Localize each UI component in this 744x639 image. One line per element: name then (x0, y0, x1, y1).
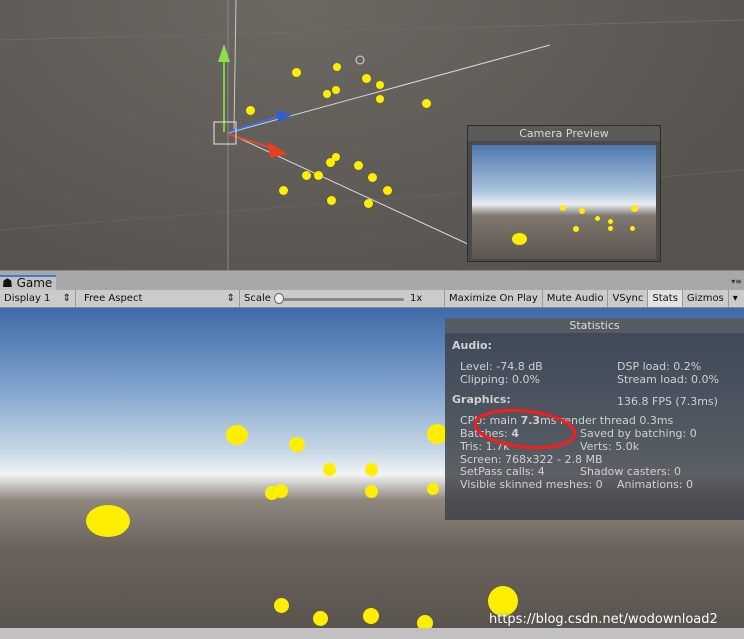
sphere (326, 195, 336, 205)
setpass-calls: SetPass calls: 4 (460, 465, 545, 478)
animations: Animations: 0 (617, 478, 694, 491)
camera-preview-view (472, 145, 656, 259)
camera-preview-title: Camera Preview (468, 126, 660, 141)
sphere (363, 608, 379, 624)
sphere (291, 67, 301, 77)
statistics-title: Statistics (445, 318, 744, 333)
sphere (361, 73, 371, 83)
tab-bar: ☗ Game ▾≡ (0, 270, 744, 291)
sphere (226, 425, 248, 445)
audio-clipping: Clipping: 0.0% (460, 373, 540, 386)
sphere (629, 225, 635, 231)
z-axis-arrow-icon (276, 110, 292, 122)
stats-button[interactable]: Stats (648, 290, 683, 307)
sphere (301, 170, 311, 180)
sphere (332, 86, 340, 94)
gizmos-dropdown-icon[interactable]: ▾ (729, 290, 742, 307)
sphere (333, 63, 341, 71)
sphere (274, 484, 288, 498)
audio-heading: Audio: (452, 339, 492, 352)
light-icon (355, 55, 365, 65)
sphere (312, 610, 328, 626)
sphere (322, 462, 336, 476)
gizmos-button[interactable]: Gizmos (683, 290, 729, 307)
scale-track[interactable] (276, 298, 404, 301)
sphere (630, 204, 638, 212)
sphere (376, 95, 384, 103)
display-dropdown[interactable]: Display 1 ⇕ (0, 290, 76, 307)
maximize-on-play-button[interactable]: Maximize On Play (445, 290, 543, 307)
dsp-load: DSP load: 0.2% (617, 360, 702, 373)
sphere (313, 170, 323, 180)
sphere (594, 215, 600, 221)
shadow-casters: Shadow casters: 0 (580, 465, 681, 478)
sphere (364, 484, 378, 498)
highlight-circle-annotation (473, 408, 577, 450)
sphere (245, 105, 255, 115)
skinned-meshes: Visible skinned meshes: 0 (460, 478, 603, 491)
sphere (560, 205, 566, 211)
sphere (278, 185, 288, 195)
sphere (86, 505, 130, 537)
sphere (421, 98, 431, 108)
sphere (289, 436, 305, 452)
sphere (367, 172, 377, 182)
fps: 136.8 FPS (7.3ms) (617, 395, 718, 408)
vsync-button[interactable]: VSync (608, 290, 649, 307)
sphere (363, 198, 373, 208)
sphere (417, 615, 433, 628)
sphere (273, 597, 289, 613)
saved-by-batching: Saved by batching: 0 (580, 427, 697, 440)
tab-game[interactable]: ☗ Game (0, 275, 56, 291)
sphere (579, 208, 585, 214)
sphere (364, 462, 378, 476)
bottom-bar (0, 628, 744, 639)
camera-preview: Camera Preview (467, 125, 661, 262)
sphere (607, 218, 613, 224)
sphere (376, 81, 384, 89)
stream-load: Stream load: 0.0% (617, 373, 719, 386)
sphere (573, 226, 579, 232)
watermark: https://blog.csdn.net/wodownload2 (489, 612, 718, 627)
x-axis-arrow-icon (268, 142, 288, 158)
sphere (382, 185, 392, 195)
mute-audio-button[interactable]: Mute Audio (543, 290, 609, 307)
sphere (607, 225, 613, 231)
verts: Verts: 5.0k (580, 440, 640, 453)
sphere (427, 483, 439, 495)
game-icon: ☗ (2, 276, 17, 290)
aspect-dropdown[interactable]: Free Aspect ⇕ (76, 290, 240, 307)
sphere (353, 160, 363, 170)
sphere (511, 233, 527, 245)
sphere (332, 153, 340, 161)
sphere (427, 424, 447, 444)
game-toolbar: Display 1 ⇕ Free Aspect ⇕ Scale 1x Maximiz… (0, 290, 744, 308)
tab-menu-icon[interactable]: ▾≡ (731, 277, 742, 286)
scale-thumb[interactable] (274, 293, 284, 304)
audio-level: Level: -74.8 dB (460, 360, 543, 373)
updown-icon: ⇕ (226, 293, 235, 304)
sphere (323, 90, 331, 98)
scale-slider[interactable]: Scale 1x (240, 290, 445, 307)
updown-icon: ⇕ (62, 293, 71, 304)
